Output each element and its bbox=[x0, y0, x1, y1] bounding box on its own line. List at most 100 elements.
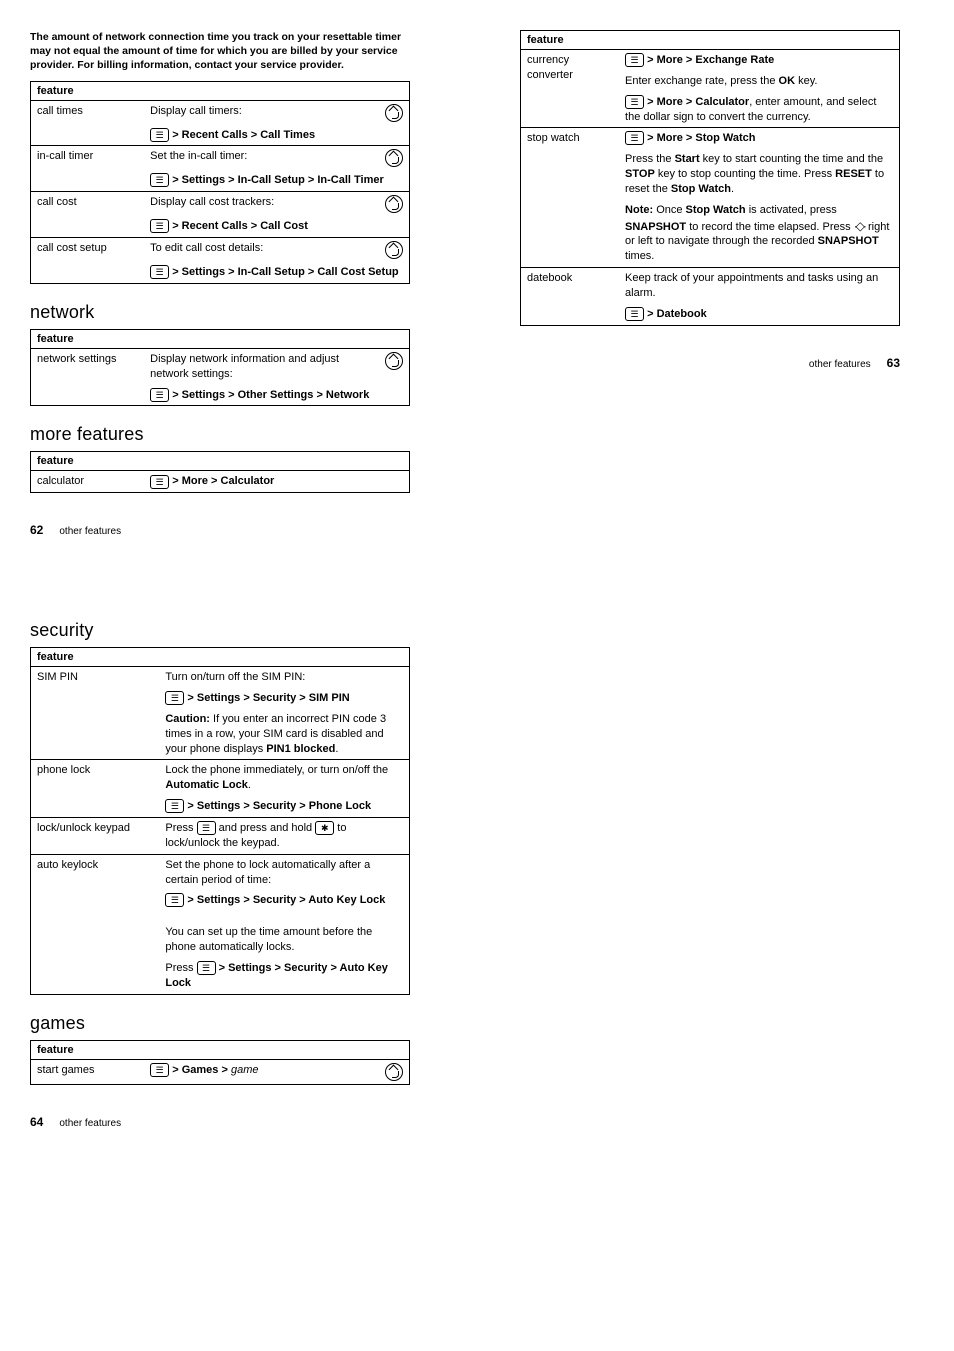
row-note: Note: Once Stop Watch is activated, pres… bbox=[619, 200, 899, 268]
heading-network: network bbox=[30, 302, 410, 323]
menu-icon: ☰ bbox=[625, 95, 644, 109]
row-desc: Set the phone to lock automatically afte… bbox=[159, 854, 409, 890]
row-label: lock/unlock keypad bbox=[31, 818, 160, 855]
row-label: network settings bbox=[31, 348, 145, 384]
menu-icon: ☰ bbox=[625, 131, 644, 145]
row-icon bbox=[379, 100, 410, 125]
table-header: feature bbox=[521, 31, 900, 50]
row-desc: Press ☰ and press and hold ✱ to lock/unl… bbox=[159, 818, 409, 855]
table-header: feature bbox=[31, 1040, 410, 1059]
row-path: ☰ > Settings > In-Call Setup > Call Cost… bbox=[144, 262, 409, 283]
footer-62: 62 other features bbox=[30, 523, 410, 537]
row-path: ☰ > Settings > Security > Phone Lock bbox=[159, 796, 409, 817]
page-63: feature currency converter ☰ > More > Ex… bbox=[520, 30, 900, 537]
operator-icon bbox=[385, 352, 403, 370]
row-desc: Display call timers: bbox=[144, 100, 379, 125]
row-label: currency converter bbox=[521, 50, 620, 128]
row-path: ☰ > More > Stop Watch bbox=[619, 128, 899, 149]
row-path: ☰ > Settings > Other Settings > Network bbox=[144, 385, 409, 406]
footer-63: other features 63 bbox=[520, 356, 900, 370]
row-path: ☰ > More > Exchange Rate bbox=[619, 50, 899, 71]
row-path: ☰ > Settings > Security > Auto Key Lock bbox=[159, 890, 409, 911]
row-desc: To edit call cost details: bbox=[144, 238, 379, 263]
menu-icon: ☰ bbox=[165, 691, 184, 705]
page-number: 62 bbox=[30, 523, 43, 537]
menu-icon: ☰ bbox=[625, 307, 644, 321]
row-desc: Press the Start key to start counting th… bbox=[619, 149, 899, 200]
footer-label: other features bbox=[59, 1118, 121, 1129]
menu-icon: ☰ bbox=[150, 219, 169, 233]
row-path: ☰ > Recent Calls > Call Cost bbox=[144, 216, 409, 237]
footer-label: other features bbox=[59, 526, 121, 537]
row-desc: Lock the phone immediately, or turn on/o… bbox=[159, 760, 409, 796]
spread-64: security feature SIM PIN Turn on/turn of… bbox=[30, 602, 924, 1128]
row-label: call times bbox=[31, 100, 145, 125]
table-more: feature calculator ☰ > More > Calculator bbox=[30, 451, 410, 493]
menu-icon: ☰ bbox=[165, 893, 184, 907]
row-label: call cost bbox=[31, 192, 145, 217]
intro-text: The amount of network connection time yo… bbox=[30, 30, 410, 73]
row-path: ☰ > More > Calculator bbox=[144, 471, 409, 493]
menu-icon: ☰ bbox=[150, 173, 169, 187]
row-label: calculator bbox=[31, 471, 145, 493]
menu-icon: ☰ bbox=[150, 128, 169, 142]
footer-64: 64 other features bbox=[30, 1115, 410, 1129]
row-desc: Enter exchange rate, press the OK key. bbox=[619, 71, 899, 92]
row-desc: You can set up the time amount before th… bbox=[159, 911, 409, 958]
menu-icon: ☰ bbox=[165, 799, 184, 813]
row-path: ☰ > Datebook bbox=[619, 304, 899, 325]
row-label: start games bbox=[31, 1059, 145, 1084]
heading-more-features: more features bbox=[30, 424, 410, 445]
operator-icon bbox=[385, 149, 403, 167]
heading-security: security bbox=[30, 620, 410, 641]
row-label: phone lock bbox=[31, 760, 160, 818]
table-more-cont: feature currency converter ☰ > More > Ex… bbox=[520, 30, 900, 326]
page-64: security feature SIM PIN Turn on/turn of… bbox=[30, 602, 410, 1128]
table-call: feature call times Display call timers: … bbox=[30, 81, 410, 284]
row-label: auto keylock bbox=[31, 854, 160, 994]
row-desc: Keep track of your appointments and task… bbox=[619, 268, 899, 304]
table-network: feature network settings Display network… bbox=[30, 329, 410, 407]
operator-icon bbox=[385, 104, 403, 122]
row-label: datebook bbox=[521, 268, 620, 326]
row-path: ☰ > Recent Calls > Call Times bbox=[144, 125, 409, 146]
operator-icon bbox=[385, 1063, 403, 1081]
row-path: ☰ > Games > game bbox=[144, 1059, 379, 1084]
table-security: feature SIM PIN Turn on/turn off the SIM… bbox=[30, 647, 410, 994]
table-header: feature bbox=[31, 81, 410, 100]
menu-icon: ☰ bbox=[150, 1063, 169, 1077]
menu-icon: ☰ bbox=[150, 475, 169, 489]
row-label: call cost setup bbox=[31, 238, 145, 263]
row-path: ☰ > Settings > Security > SIM PIN bbox=[159, 688, 409, 709]
menu-icon: ☰ bbox=[197, 961, 216, 975]
operator-icon bbox=[385, 241, 403, 259]
table-header: feature bbox=[31, 329, 410, 348]
table-games: feature start games ☰ > Games > game bbox=[30, 1040, 410, 1085]
row-desc: Display call cost trackers: bbox=[144, 192, 379, 217]
heading-games: games bbox=[30, 1013, 410, 1034]
nav-key-icon: ·◇· bbox=[854, 219, 865, 233]
operator-icon bbox=[385, 195, 403, 213]
row-label: stop watch bbox=[521, 128, 620, 268]
menu-icon: ☰ bbox=[197, 821, 216, 835]
page-62: The amount of network connection time yo… bbox=[30, 30, 410, 537]
row-desc: Set the in-call timer: bbox=[144, 146, 379, 171]
footer-label: other features bbox=[809, 359, 871, 370]
row-desc: Display network information and adjust n… bbox=[144, 348, 379, 384]
row-caution: Caution: If you enter an incorrect PIN c… bbox=[159, 709, 409, 760]
menu-icon: ☰ bbox=[150, 388, 169, 402]
spread-62-63: The amount of network connection time yo… bbox=[30, 30, 924, 537]
table-header: feature bbox=[31, 648, 410, 667]
page-number: 64 bbox=[30, 1115, 43, 1129]
row-label: SIM PIN bbox=[31, 667, 160, 760]
row-desc: Turn on/turn off the SIM PIN: bbox=[159, 667, 409, 688]
row-path: ☰ > Settings > In-Call Setup > In-Call T… bbox=[144, 170, 409, 191]
page-number: 63 bbox=[887, 356, 900, 370]
menu-icon: ☰ bbox=[625, 53, 644, 67]
row-label: in-call timer bbox=[31, 146, 145, 171]
star-key-icon: ✱ bbox=[315, 821, 334, 835]
row-desc: ☰ > More > Calculator, enter amount, and… bbox=[619, 92, 899, 128]
menu-icon: ☰ bbox=[150, 265, 169, 279]
row-path: Press ☰ > Settings > Security > Auto Key… bbox=[159, 958, 409, 994]
table-header: feature bbox=[31, 452, 410, 471]
